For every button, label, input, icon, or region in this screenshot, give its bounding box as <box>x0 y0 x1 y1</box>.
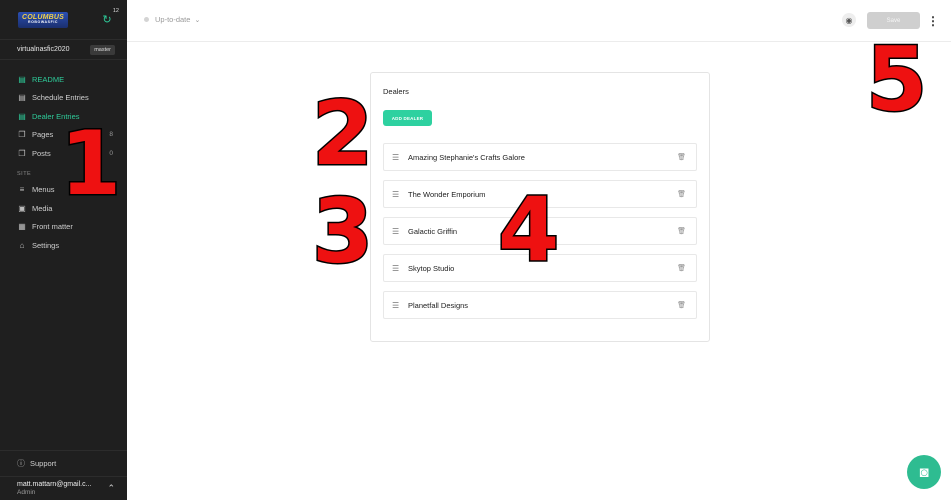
site-logo[interactable]: COLUMBUS ROBOWASFIC <box>18 11 68 28</box>
user-menu[interactable]: matt.mattarn@gmail.c... Admin ⌃ <box>0 476 127 500</box>
sidebar-item-label: Front matter <box>32 222 73 232</box>
site-name: virtualnasfic2020 <box>17 46 70 53</box>
eye-icon: ◉ <box>845 15 853 25</box>
user-info: matt.mattarn@gmail.c... Admin <box>17 481 91 496</box>
panel-title: Dealers <box>383 87 409 96</box>
user-role: Admin <box>17 488 36 496</box>
save-button[interactable]: Save <box>867 12 920 29</box>
sidebar-item-front-matter[interactable]: ▦ Front matter <box>0 218 127 237</box>
support-label: Support <box>30 459 57 468</box>
sidebar: COLUMBUS ROBOWASFIC ↻ 12 virtualnasfic20… <box>0 0 127 500</box>
annotation-number: 5 <box>864 28 928 131</box>
drag-handle-icon[interactable]: ☰ <box>392 190 401 199</box>
chevron-up-icon: ⌃ <box>107 483 115 493</box>
drag-handle-icon[interactable]: ☰ <box>392 264 401 273</box>
document-icon: ▤ <box>18 111 26 121</box>
document-icon: ▤ <box>18 93 26 103</box>
document-icon: ▤ <box>18 74 26 84</box>
trash-icon[interactable]: 🗑 <box>677 190 686 198</box>
sidebar-item-settings[interactable]: ⌂ Settings <box>0 236 127 255</box>
top-bar: Up-to-date ⌄ ◉ Save ⋮ <box>127 0 951 42</box>
add-dealer-button[interactable]: ADD DEALER <box>383 110 432 126</box>
user-email: matt.mattarn@gmail.c... <box>17 481 92 489</box>
sidebar-item-schedule-entries[interactable]: ▤ Schedule Entries <box>0 89 127 108</box>
trash-icon[interactable]: 🗑 <box>677 227 686 235</box>
pages-icon: ❐ <box>18 130 26 140</box>
trash-icon[interactable]: 🗑 <box>677 264 686 272</box>
trash-icon[interactable]: 🗑 <box>677 301 686 309</box>
dealer-name: Amazing Stephanie's Crafts Galore <box>408 152 525 162</box>
logo-line-2: ROBOWASFIC <box>27 20 59 25</box>
drag-handle-icon[interactable]: ☰ <box>392 301 401 310</box>
chat-icon: ◙ <box>919 463 929 481</box>
drag-handle-icon[interactable]: ☰ <box>392 153 401 162</box>
publish-status[interactable]: Up-to-date ⌄ <box>144 15 200 24</box>
site-selector[interactable]: virtualnasfic2020 master <box>0 40 127 60</box>
dealer-name: Planetfall Designs <box>408 300 469 310</box>
annotation-number: 3 <box>310 180 374 283</box>
sidebar-footer: ⓘ Support matt.mattarn@gmail.c... Admin … <box>0 450 127 500</box>
drag-handle-icon[interactable]: ☰ <box>392 227 401 236</box>
annotation-number: 2 <box>310 82 374 185</box>
list-item[interactable]: ☰ Amazing Stephanie's Crafts Galore 🗑 <box>383 143 697 171</box>
notification-count: 12 <box>112 7 119 14</box>
menu-icon: ≡ <box>19 185 25 195</box>
chat-launcher[interactable]: ◙ <box>907 455 941 489</box>
preview-button[interactable]: ◉ <box>842 13 856 27</box>
list-item[interactable]: ☰ Planetfall Designs 🗑 <box>383 291 697 319</box>
status-text: Up-to-date <box>155 15 191 24</box>
sidebar-item-label: Schedule Entries <box>32 93 89 103</box>
sidebar-item-label: README <box>32 74 65 84</box>
sidebar-item-readme[interactable]: ▤ README <box>0 70 127 89</box>
branch-badge: master <box>90 44 115 55</box>
image-icon: ▣ <box>18 203 26 213</box>
sidebar-header: COLUMBUS ROBOWASFIC ↻ 12 <box>0 0 127 40</box>
gear-icon: ⌂ <box>19 240 25 250</box>
sidebar-item-label: Settings <box>32 240 60 250</box>
front-matter-icon: ▦ <box>18 222 26 232</box>
support-link[interactable]: ⓘ Support <box>0 450 127 476</box>
annotation-number: 1 <box>58 112 122 215</box>
status-dot-icon <box>144 17 149 22</box>
notifications-button[interactable]: ↻ 12 <box>99 8 119 28</box>
annotation-number: 4 <box>496 178 560 281</box>
bell-icon: ↻ <box>102 14 112 26</box>
more-options-icon[interactable]: ⋮ <box>927 12 939 29</box>
help-icon: ⓘ <box>17 459 25 468</box>
pages-icon: ❐ <box>18 148 26 158</box>
chevron-down-icon: ⌄ <box>194 16 201 24</box>
trash-icon[interactable]: 🗑 <box>677 153 686 161</box>
